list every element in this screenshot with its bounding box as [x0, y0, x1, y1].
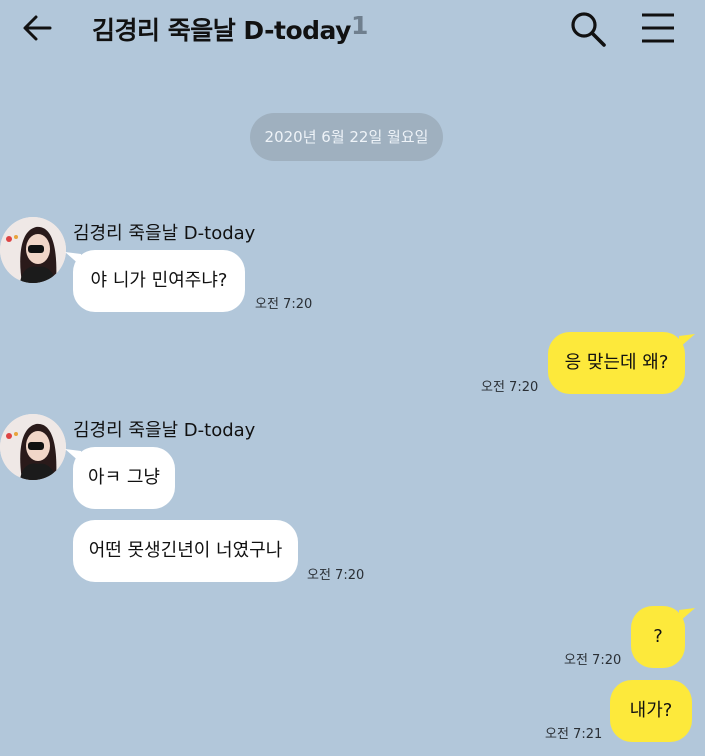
avatar[interactable] [0, 414, 66, 480]
message-bubble-incoming[interactable]: 야 니가 민여주냐? [73, 250, 245, 312]
message-time: 오전 7:20 [481, 380, 539, 395]
date-divider: 2020년 6월 22일 월요일 [250, 113, 443, 161]
sender-name: 김경리 죽을날 D-today [73, 223, 256, 244]
profile-photo-icon [0, 217, 66, 283]
bubble-tail [679, 334, 695, 348]
profile-photo-icon [0, 414, 66, 480]
message-bubble-outgoing[interactable]: ? [631, 606, 685, 668]
member-count: 1 [351, 11, 369, 40]
sender-name: 김경리 죽을날 D-today [73, 420, 256, 441]
back-arrow-icon[interactable] [20, 10, 56, 46]
chat-screen: 김경리 죽을날 D-today 1 2020년 6월 22일 월요일 김경리 죽… [0, 0, 705, 756]
message-time: 오전 7:20 [307, 568, 365, 583]
message-time: 오전 7:20 [564, 653, 622, 668]
message-time: 오전 7:21 [545, 727, 603, 742]
message-bubble-incoming[interactable]: 어떤 못생긴년이 너였구나 [73, 520, 298, 582]
search-icon[interactable] [568, 9, 608, 49]
hamburger-menu-icon[interactable] [640, 12, 676, 44]
chat-title: 김경리 죽을날 D-today [92, 16, 351, 45]
message-bubble-outgoing[interactable]: 내가? [610, 680, 692, 742]
avatar[interactable] [0, 217, 66, 283]
bubble-tail [679, 608, 695, 622]
message-bubble-outgoing[interactable]: 응 맞는데 왜? [548, 332, 685, 394]
message-bubble-incoming[interactable]: 아ㅋ 그냥 [73, 447, 175, 509]
message-time: 오전 7:20 [255, 297, 313, 312]
